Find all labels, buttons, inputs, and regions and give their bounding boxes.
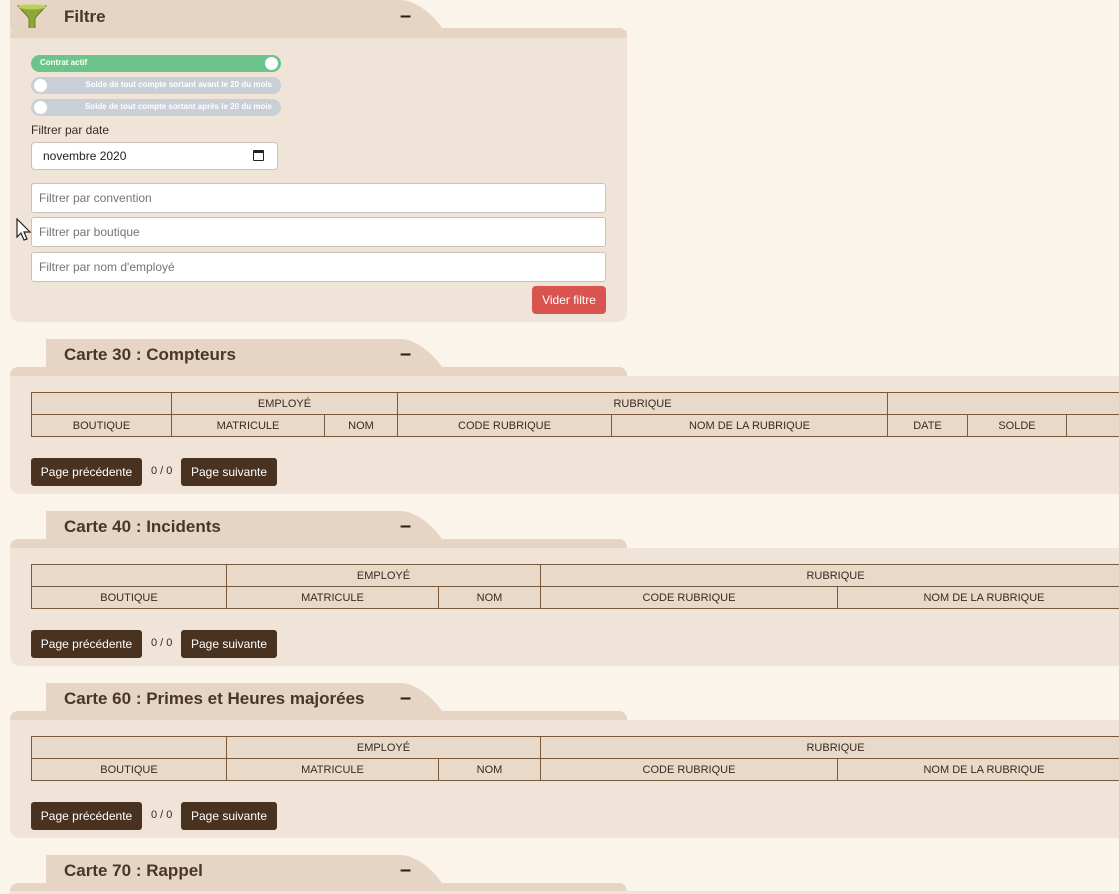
card-40-table: EMPLOYÉ RUBRIQUE BOUTIQUE MATRICULE NOM … bbox=[31, 564, 1119, 609]
col-empty bbox=[1066, 414, 1119, 437]
mouse-cursor-icon bbox=[16, 218, 32, 241]
col-nom: NOM bbox=[324, 414, 398, 437]
col-nom-rubrique: NOM DE LA RUBRIQUE bbox=[611, 414, 888, 437]
card-40-page-status: 0 / 0 bbox=[151, 637, 173, 649]
table-group-empty bbox=[887, 392, 1119, 415]
table-header-row: BOUTIQUE MATRICULE NOM CODE RUBRIQUE NOM… bbox=[31, 586, 1119, 609]
card-70-collapse-button[interactable]: – bbox=[400, 860, 411, 880]
card-30-next-page-button[interactable]: Page suivante bbox=[181, 458, 277, 486]
toggle-knob bbox=[34, 79, 47, 92]
card-40-collapse-button[interactable]: – bbox=[400, 516, 411, 536]
card-60-table: EMPLOYÉ RUBRIQUE BOUTIQUE MATRICULE NOM … bbox=[31, 736, 1119, 781]
col-nom: NOM bbox=[438, 758, 541, 781]
filter-panel-strip bbox=[10, 28, 627, 38]
col-boutique: BOUTIQUE bbox=[31, 758, 227, 781]
card-30-page-status: 0 / 0 bbox=[151, 465, 173, 477]
card-60-next-page-button[interactable]: Page suivante bbox=[181, 802, 277, 830]
card-30-prev-page-button[interactable]: Page précédente bbox=[31, 458, 142, 486]
col-matricule: MATRICULE bbox=[226, 586, 439, 609]
toggle-label: Contrat actif bbox=[40, 58, 88, 67]
card-30-table: EMPLOYÉ RUBRIQUE BOUTIQUE MATRICULE NOM … bbox=[31, 392, 1119, 437]
employee-filter-input[interactable] bbox=[31, 252, 606, 282]
toggle-contrat-actif[interactable]: Contrat actif bbox=[31, 55, 281, 72]
toggle-knob bbox=[34, 101, 47, 114]
toggle-label: Solde de tout compte sortant après le 20… bbox=[84, 102, 272, 111]
table-group-rubrique: RUBRIQUE bbox=[540, 564, 1119, 587]
table-group-employe: EMPLOYÉ bbox=[171, 392, 398, 415]
date-filter-input[interactable]: novembre 2020 bbox=[31, 142, 278, 170]
card-40-title: Carte 40 : Incidents bbox=[64, 517, 221, 536]
table-header-row: BOUTIQUE MATRICULE NOM CODE RUBRIQUE NOM… bbox=[31, 414, 1119, 437]
table-header-row: BOUTIQUE MATRICULE NOM CODE RUBRIQUE NOM… bbox=[31, 758, 1119, 781]
table-group-empty bbox=[31, 564, 227, 587]
table-group-row: EMPLOYÉ RUBRIQUE bbox=[31, 392, 1119, 415]
card-60-page-status: 0 / 0 bbox=[151, 809, 173, 821]
card-30-collapse-button[interactable]: – bbox=[400, 344, 411, 364]
col-boutique: BOUTIQUE bbox=[31, 414, 172, 437]
toggle-knob bbox=[265, 57, 278, 70]
col-matricule: MATRICULE bbox=[171, 414, 325, 437]
date-value: novembre 2020 bbox=[43, 149, 127, 163]
col-boutique: BOUTIQUE bbox=[31, 586, 227, 609]
card-30-title: Carte 30 : Compteurs bbox=[64, 345, 236, 364]
convention-filter-input[interactable] bbox=[31, 183, 606, 213]
col-nom-rubrique: NOM DE LA RUBRIQUE bbox=[837, 758, 1119, 781]
toggle-label: Solde de tout compte sortant avant le 20… bbox=[85, 80, 272, 89]
table-group-rubrique: RUBRIQUE bbox=[540, 736, 1119, 759]
card-60-title: Carte 60 : Primes et Heures majorées bbox=[64, 689, 365, 708]
table-group-empty bbox=[31, 392, 172, 415]
table-group-row: EMPLOYÉ RUBRIQUE bbox=[31, 736, 1119, 759]
card-60-prev-page-button[interactable]: Page précédente bbox=[31, 802, 142, 830]
card-40-next-page-button[interactable]: Page suivante bbox=[181, 630, 277, 658]
date-filter-label: Filtrer par date bbox=[31, 123, 110, 137]
col-matricule: MATRICULE bbox=[226, 758, 439, 781]
table-group-employe: EMPLOYÉ bbox=[226, 736, 541, 759]
col-nom: NOM bbox=[438, 586, 541, 609]
filter-panel-title: Filtre bbox=[64, 7, 106, 26]
table-group-rubrique: RUBRIQUE bbox=[397, 392, 888, 415]
col-code-rubrique: CODE RUBRIQUE bbox=[540, 758, 838, 781]
table-group-row: EMPLOYÉ RUBRIQUE bbox=[31, 564, 1119, 587]
col-code-rubrique: CODE RUBRIQUE bbox=[397, 414, 612, 437]
col-nom-rubrique: NOM DE LA RUBRIQUE bbox=[837, 586, 1119, 609]
col-date: DATE bbox=[887, 414, 968, 437]
table-group-employe: EMPLOYÉ bbox=[226, 564, 541, 587]
card-40-prev-page-button[interactable]: Page précédente bbox=[31, 630, 142, 658]
table-group-empty bbox=[31, 736, 227, 759]
toggle-solde-apres-20[interactable]: Solde de tout compte sortant après le 20… bbox=[31, 99, 281, 116]
calendar-icon[interactable] bbox=[253, 150, 264, 161]
card-70-title: Carte 70 : Rappel bbox=[64, 861, 203, 880]
card-60-collapse-button[interactable]: – bbox=[400, 688, 411, 708]
col-solde: SOLDE bbox=[967, 414, 1067, 437]
toggle-solde-avant-20[interactable]: Solde de tout compte sortant avant le 20… bbox=[31, 77, 281, 94]
filter-collapse-button[interactable]: – bbox=[400, 6, 411, 26]
boutique-filter-input[interactable] bbox=[31, 217, 606, 247]
col-code-rubrique: CODE RUBRIQUE bbox=[540, 586, 838, 609]
clear-filter-button[interactable]: Vider filtre bbox=[532, 286, 606, 314]
